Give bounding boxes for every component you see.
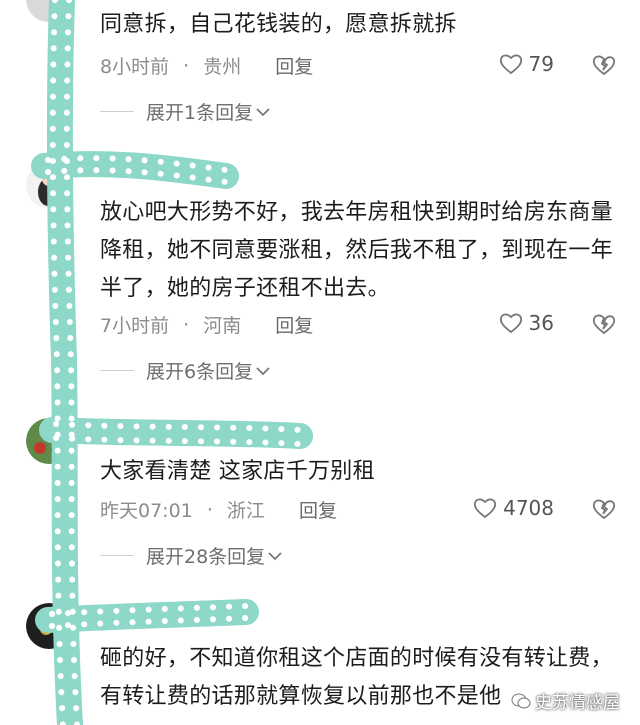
expand-label: 展开28条回复	[146, 546, 266, 568]
expand-line	[100, 555, 134, 556]
reply-button[interactable]: 回复	[299, 496, 337, 523]
heart-icon	[499, 54, 522, 75]
broken-heart-icon	[592, 314, 616, 335]
watermark: 史苏情感屋	[511, 688, 620, 713]
comment-location: 河南	[203, 315, 242, 337]
dislike-button[interactable]	[592, 54, 616, 80]
like-count: 4708	[503, 496, 554, 520]
avatar[interactable]	[26, 603, 72, 649]
chevron-down-icon	[268, 551, 282, 560]
broken-heart-icon	[592, 499, 616, 520]
comment-location: 贵州	[203, 56, 242, 78]
chevron-down-icon	[256, 366, 270, 375]
like-count: 36	[528, 311, 554, 335]
like-button[interactable]: 4708	[473, 496, 554, 520]
avatar[interactable]	[26, 418, 72, 464]
meta-separator: ·	[206, 498, 213, 521]
comment-meta: 7小时前 · 河南 回复	[100, 311, 313, 341]
comment-time: 7小时前	[100, 315, 170, 337]
meta-separator: ·	[183, 54, 190, 77]
wechat-icon	[511, 693, 531, 708]
comment-time: 昨天07:01	[100, 500, 193, 522]
expand-label: 展开6条回复	[146, 361, 254, 383]
like-button[interactable]: 79	[499, 52, 554, 76]
expand-line	[100, 111, 134, 112]
avatar[interactable]	[26, 162, 72, 208]
like-button[interactable]: 36	[499, 311, 554, 335]
broken-heart-icon	[592, 55, 616, 76]
comment-meta: 8小时前 · 贵州 回复	[100, 52, 313, 82]
meta-separator: ·	[183, 313, 190, 336]
comment-text: 放心吧大形势不好，我去年房租快到期时给房东商量降租，她不同意要涨租，然后我不租了…	[100, 200, 613, 301]
expand-replies-button[interactable]: 展开1条回复	[100, 98, 273, 125]
heart-icon	[474, 498, 497, 519]
expand-line	[100, 370, 134, 371]
expand-replies-button[interactable]: 展开6条回复	[100, 357, 273, 384]
chevron-down-icon	[256, 107, 270, 116]
dislike-button[interactable]	[592, 313, 616, 339]
avatar[interactable]	[26, 0, 72, 22]
comment-text: 同意拆，自己花钱装的，愿意拆就拆	[100, 12, 457, 37]
watermark-text: 史苏情感屋	[535, 693, 620, 713]
like-count: 79	[528, 52, 554, 76]
dislike-button[interactable]	[592, 498, 616, 524]
comment-text: 大家看清楚 这家店千万别租	[100, 459, 375, 484]
reply-button[interactable]: 回复	[275, 311, 313, 338]
heart-icon	[499, 313, 522, 334]
expand-replies-button[interactable]: 展开28条回复	[100, 542, 285, 569]
comment-location: 浙江	[226, 500, 265, 522]
comment-meta: 昨天07:01 · 浙江 回复	[100, 496, 337, 526]
reply-button[interactable]: 回复	[275, 52, 313, 79]
expand-label: 展开1条回复	[146, 102, 254, 124]
comment-time: 8小时前	[100, 56, 170, 78]
doodle-overlay	[31, 0, 313, 725]
